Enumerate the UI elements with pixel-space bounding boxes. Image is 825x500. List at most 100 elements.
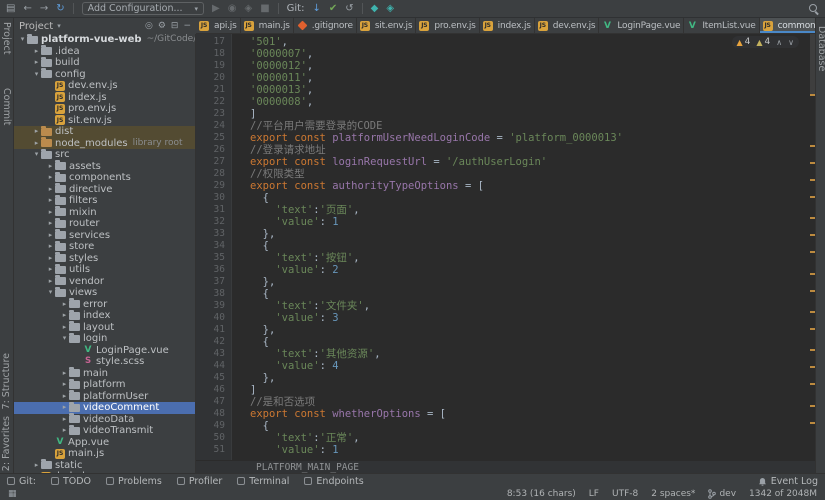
tool-button-project[interactable]: Project <box>1 22 12 55</box>
inspections-widget[interactable]: ▲ 4 ▲ 4 ∧ ∨ <box>732 36 800 48</box>
tree-item-static[interactable]: ▸static <box>14 460 195 472</box>
toolwindow-button-problems[interactable]: Problems <box>106 476 162 487</box>
expand-arrow-icon[interactable]: ▸ <box>60 379 69 391</box>
code-line[interactable]: 42 { <box>196 336 815 348</box>
expand-arrow-icon[interactable]: ▸ <box>60 425 69 437</box>
tree-item-components[interactable]: ▸components <box>14 172 195 184</box>
code-line[interactable]: 50 'text':'正常', <box>196 432 815 444</box>
event-log-button[interactable]: Event Log <box>758 476 818 487</box>
code-line[interactable]: 46] <box>196 384 815 396</box>
code-line[interactable]: 21'0000013', <box>196 84 815 96</box>
code-line[interactable]: 23] <box>196 108 815 120</box>
code-line[interactable]: 45 }, <box>196 372 815 384</box>
tab-index.js[interactable]: JSindex.js <box>480 18 535 33</box>
git-branch-widget[interactable]: dev <box>708 489 736 499</box>
expand-arrow-icon[interactable]: ▸ <box>32 57 41 69</box>
editor[interactable]: 17'501',18'0000007',19'0000012',20'00000… <box>196 34 815 473</box>
code-line[interactable]: 47//是和否选项 <box>196 396 815 408</box>
project-panel-header[interactable]: Project ▾ ◎ ⚙ ⊟ − <box>14 18 196 34</box>
tree-item-platform-vue-web[interactable]: ▾platform-vue-web~/GitCode/video-plat... <box>14 34 195 46</box>
expand-arrow-icon[interactable]: ▸ <box>46 218 55 230</box>
code-line[interactable]: 49 { <box>196 420 815 432</box>
hide-panel-icon[interactable]: − <box>183 21 191 31</box>
tab-LoginPage.vue[interactable]: VLoginPage.vue <box>599 18 684 33</box>
plugin-icon-2[interactable]: ◈ <box>386 4 394 14</box>
breadcrumb-symbol[interactable]: PLATFORM_MAIN_PAGE <box>256 462 359 473</box>
code-line[interactable]: 32 'value': 1 <box>196 216 815 228</box>
tree-item-videoTransmit[interactable]: ▸videoTransmit <box>14 425 195 437</box>
tab-.gitignore[interactable]: .gitignore <box>294 18 357 33</box>
tree-item-views[interactable]: ▾views <box>14 287 195 299</box>
expand-arrow-icon[interactable]: ▸ <box>60 310 69 322</box>
tree-item-videoData[interactable]: ▸videoData <box>14 414 195 426</box>
tree-item-index[interactable]: ▸index <box>14 310 195 322</box>
tree-item-index.js[interactable]: JSindex.js <box>14 92 195 104</box>
code-line[interactable]: 40 'value': 3 <box>196 312 815 324</box>
tree-item-build[interactable]: ▸build <box>14 57 195 69</box>
tree-item-router[interactable]: ▸router <box>14 218 195 230</box>
expand-arrow-icon[interactable]: ▸ <box>60 299 69 311</box>
expand-arrow-icon[interactable]: ▸ <box>46 276 55 288</box>
code-line[interactable]: 28//权限类型 <box>196 168 815 180</box>
tree-item-assets[interactable]: ▸assets <box>14 161 195 173</box>
collapse-arrow-icon[interactable]: ▾ <box>18 34 27 46</box>
git-commit-icon[interactable]: ✔ <box>329 4 337 14</box>
tree-item-store[interactable]: ▸store <box>14 241 195 253</box>
tree-item-sit.env.js[interactable]: JSsit.env.js <box>14 115 195 127</box>
tree-item-App.vue[interactable]: VApp.vue <box>14 437 195 449</box>
expand-arrow-icon[interactable]: ▸ <box>32 460 41 472</box>
git-update-icon[interactable]: ↓ <box>312 4 320 14</box>
caret-position[interactable]: 8:53 (16 chars) <box>507 489 576 499</box>
nav-forward-icon[interactable]: → <box>40 4 48 14</box>
expand-arrow-icon[interactable]: ▸ <box>46 241 55 253</box>
expand-arrow-icon[interactable]: ▸ <box>32 138 41 150</box>
code-line[interactable]: 37 }, <box>196 276 815 288</box>
tab-ItemList.vue[interactable]: VItemList.vue <box>684 18 759 33</box>
tab-dev.env.js[interactable]: JSdev.env.js <box>535 18 600 33</box>
tree-item-services[interactable]: ▸services <box>14 230 195 242</box>
expand-arrow-icon[interactable]: ▸ <box>46 207 55 219</box>
toolwindow-button-profiler[interactable]: Profiler <box>177 476 222 487</box>
code-line[interactable]: 48export const whetherOptions = [ <box>196 408 815 420</box>
tree-item-dev.env.js[interactable]: JSdev.env.js <box>14 80 195 92</box>
code-line[interactable]: 43 'text':'其他资源', <box>196 348 815 360</box>
code-line[interactable]: 41 }, <box>196 324 815 336</box>
code-line[interactable]: 34 { <box>196 240 815 252</box>
chevron-down-icon[interactable]: ▾ <box>57 22 61 30</box>
tool-button-favorites[interactable]: 2: Favorites <box>1 416 12 471</box>
panel-settings-icon[interactable]: ⚙ <box>158 21 166 31</box>
toolwindow-button-git[interactable]: Git: <box>7 476 36 487</box>
expand-arrow-icon[interactable]: ▸ <box>46 172 55 184</box>
expand-arrow-icon[interactable]: ▸ <box>46 195 55 207</box>
expand-arrow-icon[interactable]: ▸ <box>32 126 41 138</box>
tree-item-main[interactable]: ▸main <box>14 368 195 380</box>
code-line[interactable]: 51 'value': 1 <box>196 444 815 456</box>
tool-button-structure[interactable]: 7: Structure <box>1 353 12 409</box>
tree-item-mixin[interactable]: ▸mixin <box>14 207 195 219</box>
expand-arrow-icon[interactable]: ▸ <box>60 368 69 380</box>
indent-style[interactable]: 2 spaces* <box>651 489 695 499</box>
locate-file-icon[interactable]: ◎ <box>145 21 153 31</box>
tree-item-utils[interactable]: ▸utils <box>14 264 195 276</box>
search-everywhere-icon[interactable] <box>808 3 819 14</box>
tree-item-src[interactable]: ▾src <box>14 149 195 161</box>
editor-breadcrumb[interactable]: PLATFORM_MAIN_PAGE <box>196 460 815 473</box>
code-line[interactable]: 19'0000012', <box>196 60 815 72</box>
code-line[interactable]: 36 'value': 2 <box>196 264 815 276</box>
collapse-arrow-icon[interactable]: ▾ <box>32 149 41 161</box>
code-line[interactable]: 29export const authorityTypeOptions = [ <box>196 180 815 192</box>
code-line[interactable]: 39 'text':'文件夹', <box>196 300 815 312</box>
code-line[interactable]: 33 }, <box>196 228 815 240</box>
collapse-arrow-icon[interactable]: ▾ <box>32 69 41 81</box>
code-line[interactable]: 44 'value': 4 <box>196 360 815 372</box>
tree-item-node_modules[interactable]: ▸node_moduleslibrary root <box>14 138 195 150</box>
tree-item-main.js[interactable]: JSmain.js <box>14 448 195 460</box>
tab-api.js[interactable]: JSapi.js <box>196 18 241 33</box>
code-line[interactable]: 31 'text':'页面', <box>196 204 815 216</box>
toolwindow-switcher-icon[interactable]: ▦ <box>8 489 17 499</box>
plugin-icon-1[interactable]: ◆ <box>371 4 379 14</box>
tree-item-styles[interactable]: ▸styles <box>14 253 195 265</box>
file-encoding[interactable]: UTF-8 <box>612 489 638 499</box>
code-line[interactable]: 17'501', <box>196 36 815 48</box>
git-rollback-icon[interactable]: ↺ <box>345 4 353 14</box>
